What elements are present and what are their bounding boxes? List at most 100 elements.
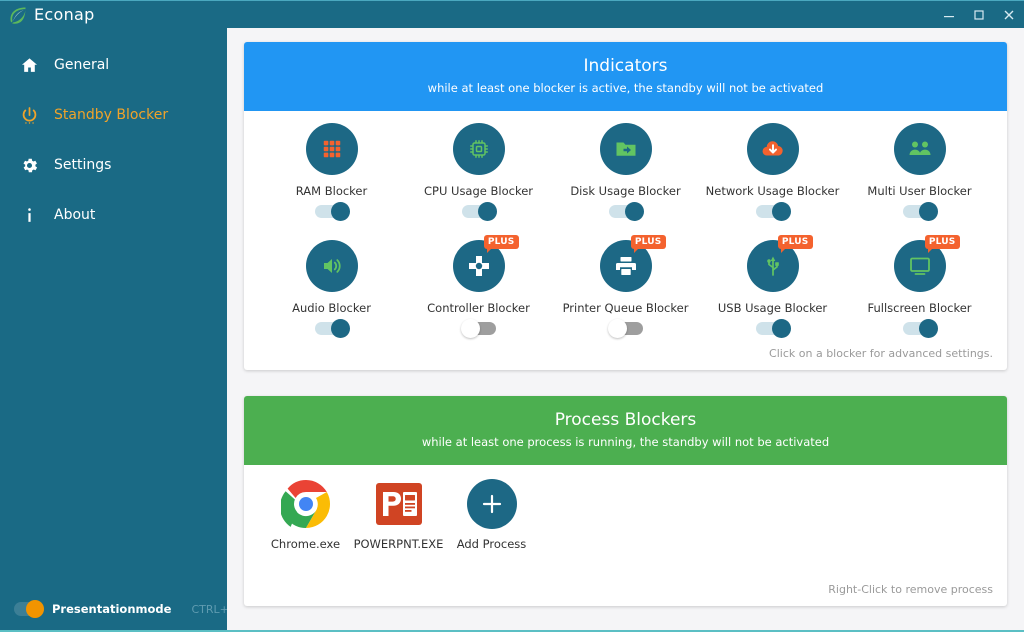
process-label: Add Process — [456, 537, 527, 551]
process-blockers-hint: Right-Click to remove process — [828, 583, 993, 596]
maximize-button[interactable] — [964, 1, 994, 29]
presentation-mode-label: Presentationmode — [52, 602, 172, 616]
blocker-toggle[interactable] — [314, 319, 350, 338]
minimize-button[interactable] — [934, 1, 964, 29]
toggle-knob — [918, 202, 938, 221]
toggle-knob — [607, 319, 627, 338]
process-item-powerpoint[interactable]: POWERPNT.EXE — [354, 479, 443, 583]
process-item-chrome[interactable]: Chrome.exe — [268, 479, 343, 583]
sidebar-item-label: About — [54, 207, 96, 223]
toggle-knob — [771, 202, 791, 221]
toggle-knob — [771, 319, 791, 338]
blocker-ram[interactable]: RAM Blocker — [258, 123, 405, 226]
app-brand: Econap — [0, 5, 95, 25]
blocker-label: Network Usage Blocker — [705, 184, 840, 198]
blocker-label: CPU Usage Blocker — [423, 184, 534, 198]
blocker-icon-wrap: PLUS — [746, 235, 813, 292]
blocker-toggle[interactable] — [755, 202, 791, 221]
cloud-download-icon[interactable] — [746, 123, 799, 175]
econap-window: Econap General Standby Blocker Settings … — [0, 0, 1024, 632]
process-blockers-header: Process Blockers while at least one proc… — [244, 396, 1007, 465]
process-list: Chrome.exe POWERPNT.EXE Add Process — [244, 465, 1007, 583]
blocker-label: Audio Blocker — [292, 301, 371, 315]
process-item-add[interactable]: Add Process — [454, 479, 529, 583]
gear-icon — [18, 156, 40, 175]
blocker-icon-wrap: PLUS — [599, 235, 666, 292]
toggle-knob — [330, 319, 350, 338]
blocker-grid: RAM Blocker CPU Usage Blocker Disk Usage… — [244, 111, 1007, 343]
blocker-fullscreen[interactable]: PLUS Fullscreen Blocker — [846, 235, 993, 343]
sidebar-item-label: Standby Blocker — [54, 107, 169, 123]
sidebar-item-label: Settings — [54, 157, 112, 173]
blocker-audio[interactable]: Audio Blocker — [258, 240, 405, 343]
blocker-icon-wrap: PLUS — [893, 235, 960, 292]
blocker-toggle[interactable] — [607, 319, 643, 338]
process-blockers-card: Process Blockers while at least one proc… — [244, 396, 1007, 606]
blocker-row: RAM Blocker CPU Usage Blocker Disk Usage… — [258, 123, 993, 226]
blocker-icon-wrap — [599, 123, 652, 175]
toggle-knob — [624, 202, 644, 221]
close-button[interactable] — [994, 1, 1024, 29]
blocker-toggle[interactable] — [902, 319, 938, 338]
window-controls — [934, 1, 1024, 29]
toggle-knob — [477, 202, 497, 221]
info-icon — [18, 206, 40, 225]
blocker-label: Fullscreen Blocker — [867, 301, 972, 315]
sidebar-item-settings[interactable]: Settings — [0, 140, 227, 190]
ram-grid-icon[interactable] — [305, 123, 358, 175]
blocker-controller[interactable]: PLUS Controller Blocker — [405, 235, 552, 343]
toggle-knob — [918, 319, 938, 338]
plus-badge: PLUS — [777, 235, 813, 253]
plus-badge: PLUS — [630, 235, 666, 253]
powerpoint-icon[interactable] — [374, 479, 424, 529]
plus-icon[interactable] — [466, 479, 517, 529]
sidebar-item-standby-blocker[interactable]: Standby Blocker — [0, 90, 227, 140]
blocker-toggle[interactable] — [461, 202, 497, 221]
blocker-toggle[interactable] — [755, 319, 791, 338]
blocker-toggle[interactable] — [460, 319, 496, 338]
presentation-mode-toggle[interactable] — [14, 600, 44, 618]
blocker-multi-user[interactable]: Multi User Blocker — [846, 123, 993, 226]
blocker-usb-usage[interactable]: PLUS USB Usage Blocker — [699, 235, 846, 343]
process-label: POWERPNT.EXE — [353, 537, 444, 551]
blocker-label: Multi User Blocker — [867, 184, 972, 198]
blocker-printer-queue[interactable]: PLUS Printer Queue Blocker — [552, 235, 699, 343]
sidebar-item-about[interactable]: About — [0, 190, 227, 240]
blocker-toggle[interactable] — [608, 202, 644, 221]
blocker-label: RAM Blocker — [295, 184, 368, 198]
blocker-icon-wrap — [305, 240, 358, 292]
users-icon[interactable] — [893, 123, 946, 175]
speaker-icon[interactable] — [305, 240, 358, 292]
blocker-toggle[interactable] — [902, 202, 938, 221]
blocker-disk-usage[interactable]: Disk Usage Blocker — [552, 123, 699, 226]
blocker-label: Printer Queue Blocker — [562, 301, 689, 315]
sidebar: General Standby Blocker Settings About P… — [0, 28, 264, 630]
plus-badge: PLUS — [483, 235, 519, 253]
app-title: Econap — [34, 5, 95, 24]
process-label: Chrome.exe — [270, 537, 341, 551]
chrome-icon[interactable] — [280, 479, 331, 529]
blocker-label: USB Usage Blocker — [717, 301, 828, 315]
indicators-header: Indicators while at least one blocker is… — [244, 42, 1007, 111]
process-blockers-subtitle: while at least one process is running, t… — [421, 435, 830, 449]
process-blockers-title: Process Blockers — [554, 410, 697, 430]
indicators-title: Indicators — [583, 56, 668, 76]
blocker-network-usage[interactable]: Network Usage Blocker — [699, 123, 846, 226]
blocker-icon-wrap — [893, 123, 946, 175]
sidebar-item-general[interactable]: General — [0, 40, 227, 90]
blocker-icon-wrap — [746, 123, 799, 175]
blocker-icon-wrap — [452, 123, 505, 175]
cpu-chip-icon[interactable] — [452, 123, 505, 175]
main-content: Indicators while at least one blocker is… — [227, 28, 1024, 630]
blocker-toggle[interactable] — [314, 202, 350, 221]
blocker-label: Controller Blocker — [427, 301, 530, 315]
plus-badge: PLUS — [924, 235, 960, 253]
home-icon — [18, 56, 40, 75]
folder-arrow-icon[interactable] — [599, 123, 652, 175]
toggle-knob — [26, 600, 44, 618]
indicators-hint: Click on a blocker for advanced settings… — [769, 347, 993, 360]
blocker-cpu-usage[interactable]: CPU Usage Blocker — [405, 123, 552, 226]
indicators-subtitle: while at least one blocker is active, th… — [427, 81, 824, 95]
sidebar-item-label: General — [54, 57, 110, 73]
title-bar: Econap — [0, 0, 1024, 28]
